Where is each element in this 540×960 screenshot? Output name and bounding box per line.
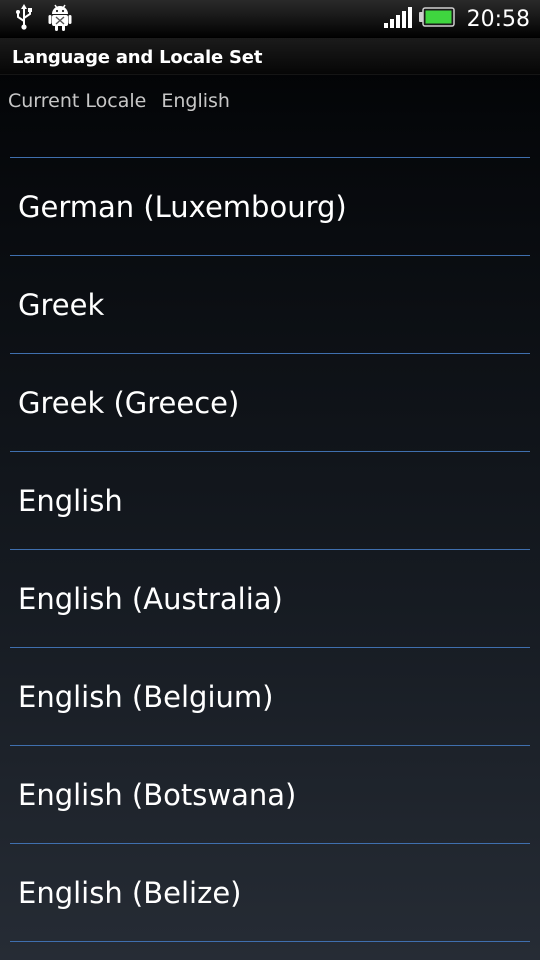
- android-debug-icon: [48, 3, 72, 35]
- language-item-english[interactable]: English: [10, 452, 530, 550]
- language-item-label: Greek (Greece): [18, 385, 240, 420]
- battery-icon: [418, 6, 455, 32]
- language-item-english-belize[interactable]: English (Belize): [10, 844, 530, 942]
- current-locale-label: Current Locale: [8, 90, 147, 112]
- notification-icons: [14, 3, 72, 35]
- signal-strength-icon: [383, 5, 413, 33]
- language-item-label: English (Botswana): [18, 777, 297, 812]
- language-item-label: English (Australia): [18, 581, 283, 616]
- language-item-label: English: [18, 483, 123, 518]
- status-bar: 20:58: [0, 0, 540, 38]
- language-item-greek[interactable]: Greek: [10, 256, 530, 354]
- language-item-label: Greek: [18, 287, 105, 322]
- language-item-english-australia[interactable]: English (Australia): [10, 550, 530, 648]
- status-clock: 20:58: [466, 6, 530, 32]
- usb-icon: [14, 4, 34, 34]
- title-bar: Language and Locale Set: [0, 38, 540, 75]
- system-indicators: 20:58: [383, 4, 530, 34]
- language-item-label: English (Belize): [18, 875, 242, 910]
- language-item-english-belgium[interactable]: English (Belgium): [10, 648, 530, 746]
- language-item-greek-greece[interactable]: Greek (Greece): [10, 354, 530, 452]
- language-item-german-luxembourg[interactable]: German (Luxembourg): [10, 158, 530, 256]
- page-title: Language and Locale Set: [12, 47, 263, 68]
- language-item-english-botswana[interactable]: English (Botswana): [10, 746, 530, 844]
- current-locale-row: Current Locale English: [8, 89, 230, 113]
- screen: 20:58 Language and Locale Set Current Lo…: [0, 0, 540, 960]
- current-locale-value: English: [161, 90, 230, 112]
- language-item-label: English (Belgium): [18, 679, 274, 714]
- language-list: German (Luxembourg) Greek Greek (Greece)…: [10, 157, 530, 942]
- language-item-label: German (Luxembourg): [18, 189, 347, 224]
